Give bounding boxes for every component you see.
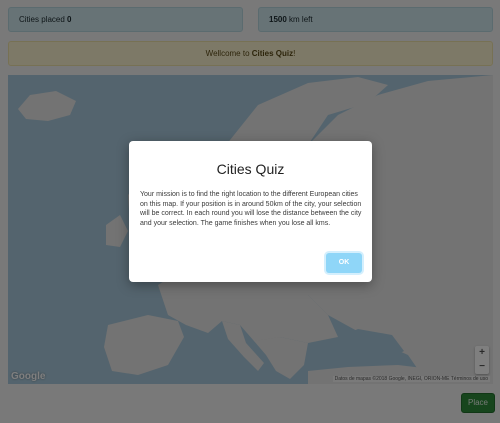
- dialog-instructions: Your mission is to find the right locati…: [140, 191, 362, 227]
- ok-button[interactable]: OK: [326, 253, 362, 273]
- dialog-title: Cities Quiz: [216, 161, 285, 177]
- intro-dialog: Cities Quiz Your mission is to find the …: [129, 141, 372, 282]
